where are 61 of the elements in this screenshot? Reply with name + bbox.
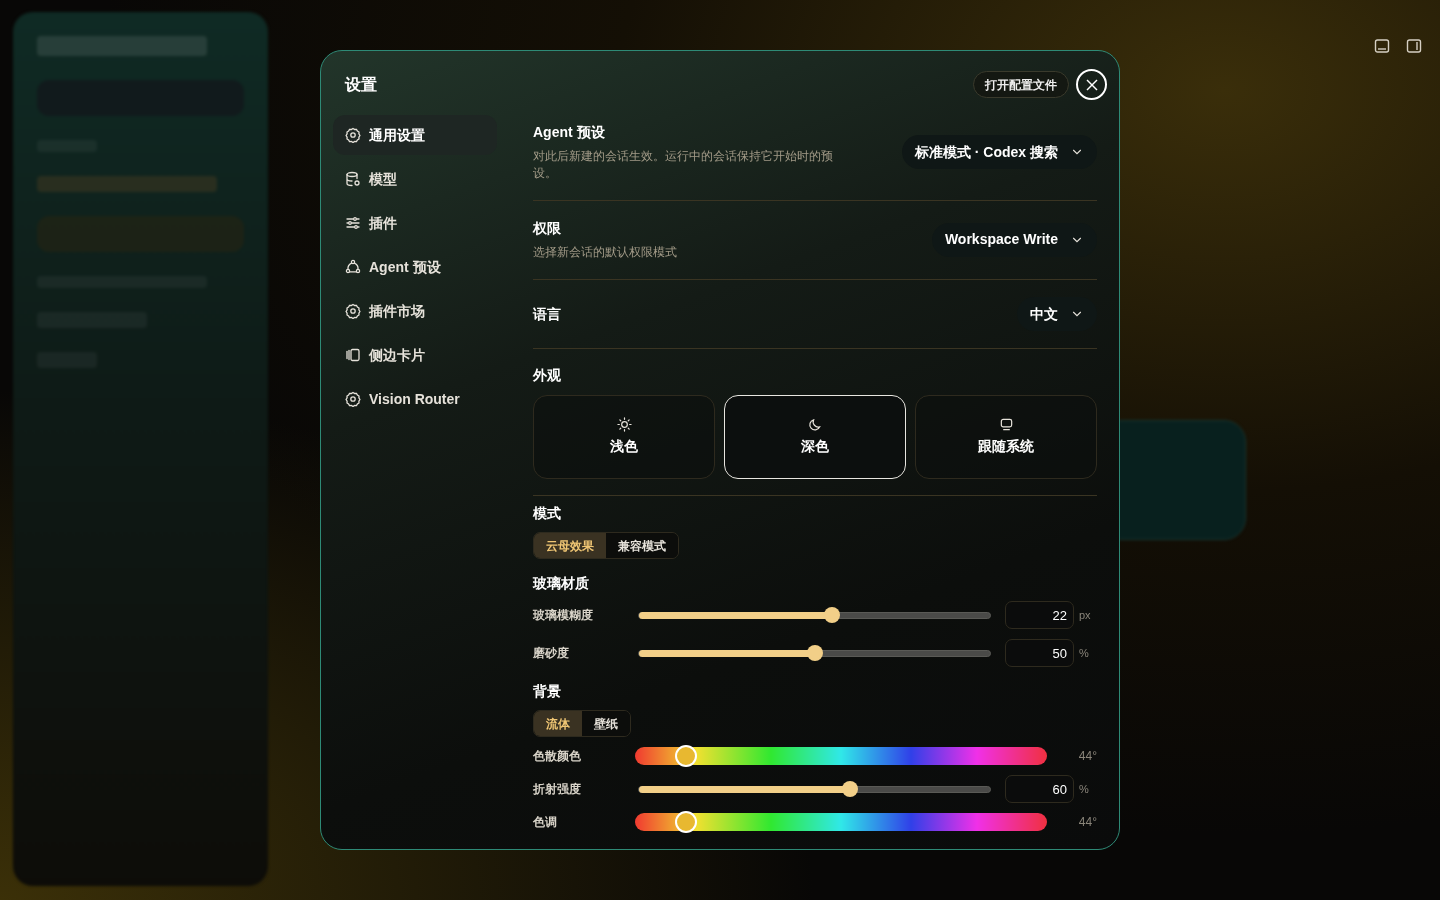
number-field[interactable]: 50 <box>1005 639 1074 667</box>
segment-tab[interactable]: 流体 <box>534 711 582 736</box>
setting-description: 选择新会话的默认权限模式 <box>533 244 677 261</box>
hue-slider[interactable] <box>635 747 1047 765</box>
nav-item[interactable]: 插件 <box>333 203 497 243</box>
dropdown[interactable]: Workspace Write <box>931 222 1097 257</box>
slider-thumb[interactable] <box>824 606 841 623</box>
slider-label: 玻璃模糊度 <box>533 607 594 624</box>
segment-tab[interactable]: 兼容模式 <box>606 533 678 558</box>
nav-item[interactable]: 侧边卡片 <box>333 335 497 375</box>
monitor-icon <box>998 417 1014 432</box>
sliders-icon <box>345 215 361 231</box>
number-field[interactable]: 60 <box>1005 775 1074 803</box>
gear-icon <box>345 391 361 407</box>
number-field[interactable]: 22 <box>1005 601 1074 629</box>
nav-item[interactable]: Vision Router <box>333 379 497 419</box>
setting-title: 权限 <box>533 219 562 238</box>
section-title: 背景 <box>533 682 562 701</box>
moon-icon <box>807 417 823 432</box>
side-panel-icon[interactable] <box>1406 38 1422 54</box>
nav-item[interactable]: 模型 <box>333 159 497 199</box>
setting-description: 对此后新建的会话生效。运行中的会话保持它开始时的预设。 <box>533 148 834 182</box>
slider-thumb[interactable] <box>806 644 823 661</box>
dropdown[interactable]: 标准模式 · Codex 搜索 <box>901 135 1097 169</box>
unit-label: % <box>1079 645 1089 661</box>
theme-option[interactable]: 浅色 <box>533 395 715 479</box>
open-config-button[interactable]: 打开配置文件 <box>973 71 1069 98</box>
slider-reading: 44° <box>1078 814 1097 831</box>
nav-item[interactable]: 插件市场 <box>333 291 497 331</box>
nav-item[interactable]: Agent 预设 <box>333 247 497 287</box>
section-title: 外观 <box>533 366 562 385</box>
dialog-title: 设置 <box>345 74 377 95</box>
section-title: 玻璃材质 <box>533 574 590 593</box>
slider-label: 磨砂度 <box>533 645 570 662</box>
slider-label: 色散颜色 <box>533 748 582 765</box>
slider-thumb[interactable] <box>841 780 858 797</box>
database-icon <box>345 171 361 187</box>
hue-slider[interactable] <box>635 813 1047 831</box>
nodes-icon <box>345 259 361 275</box>
gear-icon <box>345 303 361 319</box>
gear-icon <box>345 127 361 143</box>
nav-item[interactable]: 通用设置 <box>333 115 497 155</box>
sun-icon <box>616 417 632 432</box>
slider-label: 色调 <box>533 814 558 831</box>
dropdown[interactable]: 中文 <box>1017 297 1097 331</box>
unit-label: % <box>1079 781 1089 797</box>
theme-option[interactable]: 深色 <box>724 395 906 479</box>
setting-title: 语言 <box>533 305 561 324</box>
setting-title: Agent 预设 <box>533 123 606 142</box>
segment-tab[interactable]: 云母效果 <box>534 533 606 558</box>
hue-thumb[interactable] <box>675 811 698 833</box>
bottom-panel-icon[interactable] <box>1374 38 1390 54</box>
side-card-icon <box>345 347 361 363</box>
unit-label: px <box>1079 607 1091 623</box>
slider-reading: 44° <box>1078 748 1097 765</box>
close-button[interactable] <box>1076 69 1107 100</box>
slider-label: 折射强度 <box>533 781 582 798</box>
theme-option[interactable]: 跟随系统 <box>915 395 1097 479</box>
close-icon <box>1085 78 1098 91</box>
hue-thumb[interactable] <box>675 745 698 767</box>
section-title: 模式 <box>533 504 562 523</box>
